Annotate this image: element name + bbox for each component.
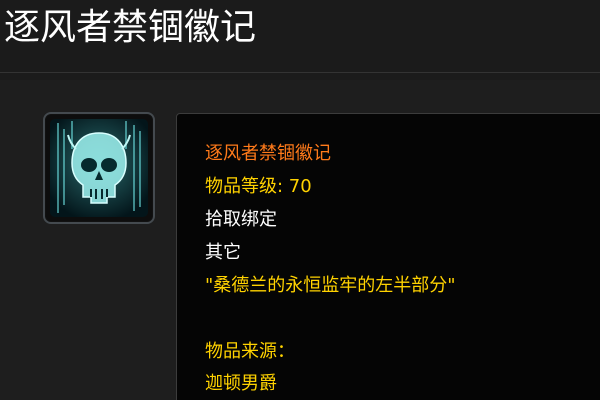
item-tooltip: 逐风者禁锢徽记 物品等级: 70 拾取绑定 其它 "桑德兰的永恒监牢的左半部分"… <box>176 113 600 400</box>
skull-icon <box>50 119 148 217</box>
page: 逐风者禁锢徽记 逐风者禁锢徽记 物品等级: 70 拾取绑定 其它 "桑德兰的永恒… <box>0 0 600 400</box>
bind-type: 拾取绑定 <box>205 209 277 230</box>
source-label: 物品来源： <box>205 341 295 362</box>
flavor-text: "桑德兰的永恒监牢的左半部分" <box>205 275 456 296</box>
item-icon-frame[interactable] <box>43 112 155 224</box>
title-divider <box>0 72 600 73</box>
source-link[interactable]: 迦顿男爵 <box>205 371 277 397</box>
page-title: 逐风者禁锢徽记 <box>4 7 257 48</box>
item-name[interactable]: 逐风者禁锢徽记 <box>205 141 331 167</box>
item-level: 物品等级: 70 <box>205 176 312 197</box>
item-category: 其它 <box>205 242 241 263</box>
